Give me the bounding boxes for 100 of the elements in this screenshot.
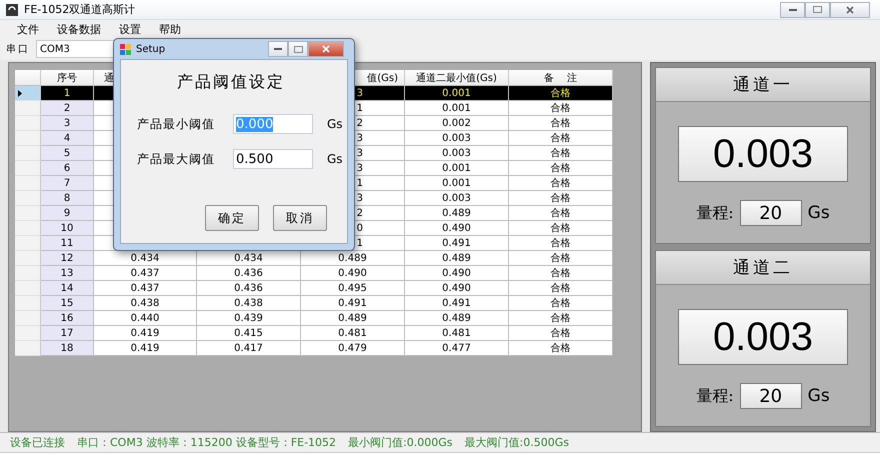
ok-button[interactable]: 确定 <box>205 205 259 231</box>
row-header-cell[interactable] <box>15 266 41 281</box>
field-label: 产品最小阈值 <box>137 116 216 132</box>
table-cell: 0.477 <box>405 341 509 356</box>
table-cell: 合格 <box>509 296 613 311</box>
dialog-title: Setup <box>136 44 166 54</box>
table-cell: 合格 <box>509 176 613 191</box>
table-cell: 12 <box>41 251 94 266</box>
table-cell: 合格 <box>509 266 613 281</box>
input-field[interactable]: 0.500 <box>233 149 313 169</box>
table-cell: 0.436 <box>197 266 301 281</box>
status-text: 设备已连接 <box>10 435 65 450</box>
port-dropdown[interactable]: COM3 <box>36 40 116 58</box>
reading-display: 0.003 <box>678 126 848 182</box>
row-header-cell[interactable] <box>15 251 41 266</box>
row-header-cell[interactable] <box>15 236 41 251</box>
table-cell: 16 <box>41 311 94 326</box>
table-cell: 0.001 <box>405 176 509 191</box>
table-cell: 9 <box>41 206 94 221</box>
unit-label: Gs <box>808 386 830 406</box>
close-icon <box>846 6 854 14</box>
row-header-cell[interactable] <box>15 311 41 326</box>
table-cell: 0.003 <box>405 131 509 146</box>
table-cell: 合格 <box>509 236 613 251</box>
table-cell: 0.489 <box>405 251 509 266</box>
table-cell: 0.495 <box>301 281 405 296</box>
table-cell: 0.439 <box>197 311 301 326</box>
table-cell: 0.436 <box>197 281 301 296</box>
table-cell: 0.481 <box>301 326 405 341</box>
row-header-cell[interactable] <box>15 206 41 221</box>
table-cell: 合格 <box>509 341 613 356</box>
row-header-cell[interactable] <box>15 116 41 131</box>
table-cell: 0.489 <box>301 251 405 266</box>
table-cell: 0.419 <box>94 341 197 356</box>
close-button[interactable] <box>830 2 870 18</box>
window-icon <box>120 44 131 54</box>
row-header-cell[interactable] <box>15 326 41 341</box>
table-cell: 合格 <box>509 251 613 266</box>
minimize-button[interactable] <box>780 2 805 18</box>
minimize-icon <box>788 8 796 12</box>
status-text: 最大阀门值:0.500Gs <box>464 435 569 450</box>
table-cell: 0.419 <box>94 326 197 341</box>
row-header-cell[interactable] <box>15 161 41 176</box>
unit-label: Gs <box>327 117 343 131</box>
table-cell: 合格 <box>509 131 613 146</box>
row-header-cell[interactable] <box>15 176 41 191</box>
table-cell: 0.481 <box>405 326 509 341</box>
maximize-button[interactable] <box>805 2 830 18</box>
row-header-cell[interactable] <box>15 101 41 116</box>
window-title: FE-1052双通道高斯计 <box>24 2 136 17</box>
table-cell: 13 <box>41 266 94 281</box>
row-header-cell[interactable] <box>15 191 41 206</box>
table-cell: 合格 <box>509 326 613 341</box>
close-icon <box>322 45 330 53</box>
range-field[interactable]: 20 <box>740 200 802 226</box>
table-cell: 合格 <box>509 101 613 116</box>
row-header-cell[interactable] <box>15 86 41 101</box>
table-cell: 合格 <box>509 146 613 161</box>
column-header: 备 注 <box>509 70 613 86</box>
menu-item[interactable]: 帮助 <box>159 22 181 36</box>
row-header-cell[interactable] <box>15 146 41 161</box>
maximize-icon <box>294 46 302 52</box>
table-cell: 0.489 <box>301 311 405 326</box>
range-field[interactable]: 20 <box>740 383 802 409</box>
maximize-button[interactable] <box>288 41 308 57</box>
table-cell: 0.491 <box>405 296 509 311</box>
table-cell: 合格 <box>509 116 613 131</box>
status-text: 串口：COM3 波特率：115200 设备型号：FE-1052 <box>77 435 336 450</box>
menu-item[interactable]: 设备数据 <box>57 22 101 36</box>
table-cell: 5 <box>41 146 94 161</box>
table-cell: 7 <box>41 176 94 191</box>
app-icon <box>6 4 18 16</box>
table-cell: 0.438 <box>197 296 301 311</box>
table-cell: 2 <box>41 101 94 116</box>
table-cell: 0.417 <box>197 341 301 356</box>
minimize-button[interactable] <box>268 41 288 57</box>
table-cell: 3 <box>41 116 94 131</box>
table-cell: 合格 <box>509 86 613 101</box>
row-header-cell[interactable] <box>15 131 41 146</box>
row-header-cell[interactable] <box>15 281 41 296</box>
row-header-cell[interactable] <box>15 341 41 356</box>
menu-item[interactable]: 文件 <box>17 22 39 36</box>
close-button[interactable] <box>308 41 344 57</box>
table-cell: 0.489 <box>405 311 509 326</box>
table-cell: 0.489 <box>405 206 509 221</box>
table-cell: 0.001 <box>405 161 509 176</box>
table-cell: 合格 <box>509 221 613 236</box>
current-row-icon <box>18 90 22 96</box>
reading-display: 0.003 <box>678 309 848 365</box>
table-cell: 0.003 <box>405 191 509 206</box>
cancel-button[interactable]: 取消 <box>273 205 327 231</box>
row-header-cell[interactable] <box>15 296 41 311</box>
table-cell: 0.003 <box>405 146 509 161</box>
channel-title: 通道一 <box>656 68 870 102</box>
row-header-cell[interactable] <box>15 221 41 236</box>
menu-item[interactable]: 设置 <box>119 22 141 36</box>
status-text: 最小阀门值:0.000Gs <box>348 435 453 450</box>
table-cell: 0.415 <box>197 326 301 341</box>
minimize-icon <box>274 47 282 51</box>
table-cell: 合格 <box>509 281 613 296</box>
